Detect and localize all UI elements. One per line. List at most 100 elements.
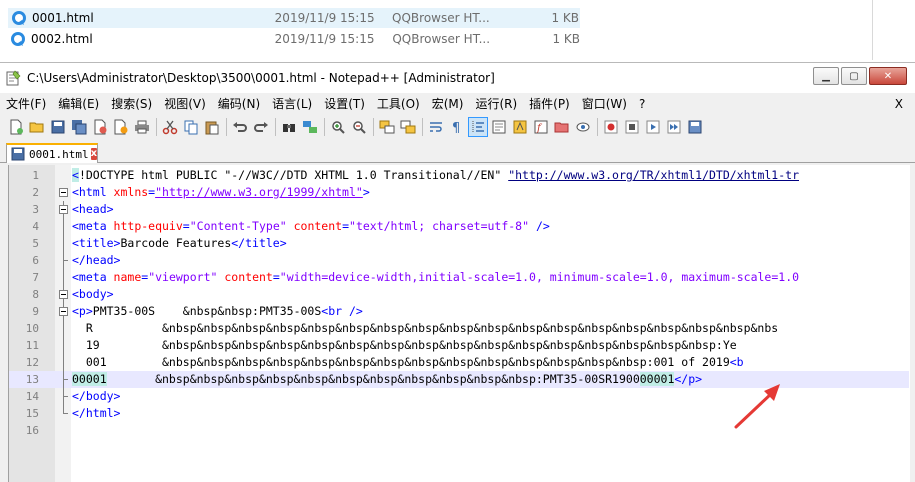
code-line[interactable]: 1 <!DOCTYPE html PUBLIC "-//W3C//DTD XHT… (9, 167, 909, 184)
tab-close-icon[interactable]: x (90, 148, 98, 160)
code-line[interactable]: 4 <meta http-equiv="Content-Type" conten… (9, 218, 909, 235)
fold-minus-icon[interactable] (59, 184, 68, 201)
macro-record-icon[interactable] (601, 117, 621, 137)
paragraph-text: PMT35-00S &nbsp&nbsp:PMT35-00S (92, 304, 322, 318)
toolbar-separator (422, 118, 423, 136)
show-all-chars-icon[interactable]: ¶ (447, 117, 467, 137)
folder-workspace-icon[interactable] (552, 117, 572, 137)
macro-run-multiple-icon[interactable] (664, 117, 684, 137)
menu-plugins[interactable]: 插件(P) (523, 93, 576, 115)
cut-icon[interactable] (160, 117, 180, 137)
svg-text:¶: ¶ (452, 121, 460, 135)
file-explorer-list: 0001.html 2019/11/9 15:15 QQBrowser HT..… (0, 0, 915, 60)
sync-vertical-icon[interactable] (377, 117, 397, 137)
open-file-icon[interactable] (27, 117, 47, 137)
menu-window[interactable]: 窗口(W) (576, 93, 633, 115)
new-file-icon[interactable] (6, 117, 26, 137)
zoom-in-icon[interactable] (328, 117, 348, 137)
file-name: 0002.html (31, 32, 93, 46)
word-wrap-icon[interactable] (426, 117, 446, 137)
attribute-value: "viewport" (148, 270, 218, 284)
code-editor[interactable]: 1 <!DOCTYPE html PUBLIC "-//W3C//DTD XHT… (8, 165, 910, 482)
minimize-button[interactable]: ▁ (813, 67, 839, 85)
code-text: 001 &nbsp&nbsp&nbsp&nbsp&nbsp&nbsp&nbsp&… (72, 354, 744, 371)
code-line[interactable]: 3 <head> (9, 201, 909, 218)
code-line[interactable]: 11 19 &nbsp&nbsp&nbsp&nbsp&nbsp&nbsp&nbs… (9, 337, 909, 354)
menu-edit[interactable]: 编辑(E) (52, 93, 105, 115)
macro-play-icon[interactable] (643, 117, 663, 137)
code-line[interactable]: 6 </head> (9, 252, 909, 269)
replace-icon[interactable] (300, 117, 320, 137)
menu-encoding[interactable]: 编码(N) (212, 93, 266, 115)
macro-save-icon[interactable] (685, 117, 705, 137)
code-line[interactable]: 14 </body> (9, 388, 909, 405)
fold-minus-icon[interactable] (59, 303, 68, 320)
code-line[interactable]: 7 <meta name="viewport" content="width=d… (9, 269, 909, 286)
fold-end (59, 371, 68, 388)
zoom-out-icon[interactable] (349, 117, 369, 137)
attribute-value: "text/html; charset=utf-8" (349, 219, 530, 233)
menu-language[interactable]: 语言(L) (266, 93, 318, 115)
menu-macro[interactable]: 宏(M) (426, 93, 470, 115)
code-line[interactable]: 15 </html> (9, 405, 909, 422)
code-line[interactable]: 5 <title>Barcode Features</title> (9, 235, 909, 252)
code-line[interactable]: 9 <p>PMT35-00S &nbsp&nbsp:PMT35-00S<br /… (9, 303, 909, 320)
code-text: 19 &nbsp&nbsp&nbsp&nbsp&nbsp&nbsp&nbsp&n… (72, 338, 737, 352)
code-line[interactable]: 2 <html xmlns="http://www.w3.org/1999/xh… (9, 184, 909, 201)
menu-settings[interactable]: 设置(T) (318, 93, 371, 115)
tag: /> (529, 219, 550, 233)
copy-icon[interactable] (181, 117, 201, 137)
code-line[interactable]: 12 001 &nbsp&nbsp&nbsp&nbsp&nbsp&nbsp&nb… (9, 354, 909, 371)
menu-help[interactable]: ? (633, 93, 651, 115)
close-file-icon[interactable] (90, 117, 110, 137)
print-icon[interactable] (132, 117, 152, 137)
menu-search[interactable]: 搜索(S) (105, 93, 158, 115)
file-row-0001[interactable]: 0001.html 2019/11/9 15:15 QQBrowser HT..… (8, 8, 580, 28)
file-row-0002[interactable]: 0002.html 2019/11/9 15:15 QQBrowser HT..… (8, 29, 580, 49)
matched-text-highlight[interactable]: 00001 (639, 372, 675, 386)
current-code-line[interactable]: 13 00001 &nbsp&nbsp&nbsp&nbsp&nbsp&nbsp&… (9, 371, 909, 388)
browser-file-icon (11, 10, 27, 26)
code-line[interactable]: 8 <body> (9, 286, 909, 303)
line-number: 15 (25, 407, 39, 420)
fold-minus-icon[interactable] (59, 286, 68, 303)
maximize-button[interactable]: ▢ (841, 67, 867, 85)
code-line[interactable]: 16 (9, 422, 909, 439)
tab-0001-html[interactable]: 0001.html x (6, 143, 98, 163)
fold-minus-icon[interactable] (59, 201, 68, 218)
user-language-icon[interactable] (489, 117, 509, 137)
redo-icon[interactable] (251, 117, 271, 137)
file-type: QQBrowser HT... (392, 32, 491, 46)
line-number: 1 (32, 169, 39, 182)
paragraph-text: 001 &nbsp&nbsp&nbsp&nbsp&nbsp&nbsp&nbsp&… (72, 355, 730, 369)
attribute-value-url[interactable]: "http://www.w3.org/1999/xhtml" (155, 185, 363, 199)
menu-view[interactable]: 视图(V) (158, 93, 212, 115)
indent-guide-icon[interactable] (468, 117, 488, 137)
save-icon[interactable] (48, 117, 68, 137)
close-all-icon[interactable] (111, 117, 131, 137)
menu-run[interactable]: 运行(R) (469, 93, 523, 115)
attribute: content (293, 219, 343, 233)
doctype-text: !DOCTYPE html PUBLIC "-//W3C//DTD XHTML … (78, 168, 509, 182)
title-bar[interactable]: C:\Users\Administrator\Desktop\3500\0001… (0, 63, 915, 93)
save-all-icon[interactable] (69, 117, 89, 137)
menu-file[interactable]: 文件(F) (0, 93, 52, 115)
attribute: content (224, 270, 273, 284)
close-button[interactable]: ✕ (869, 67, 907, 85)
menu-tools[interactable]: 工具(O) (371, 93, 426, 115)
selected-text[interactable]: 00001 (72, 372, 107, 386)
paste-icon[interactable] (202, 117, 222, 137)
find-icon[interactable] (279, 117, 299, 137)
monitoring-eye-icon[interactable] (573, 117, 593, 137)
code-line[interactable]: 10 R &nbsp&nbsp&nbsp&nbsp&nbsp&nbsp&nbsp… (9, 320, 909, 337)
code-text: <html xmlns="http://www.w3.org/1999/xhtm… (72, 184, 370, 201)
operator: = (182, 219, 190, 233)
doctype-url[interactable]: "http://www.w3.org/TR/xhtml1/DTD/xhtml1-… (508, 168, 799, 182)
close-document-button[interactable]: X (895, 93, 903, 115)
sync-horizontal-icon[interactable] (398, 117, 418, 137)
save-status-icon (11, 147, 25, 161)
doc-map-icon[interactable] (510, 117, 530, 137)
function-list-icon[interactable]: f (531, 117, 551, 137)
undo-icon[interactable] (230, 117, 250, 137)
macro-stop-icon[interactable] (622, 117, 642, 137)
